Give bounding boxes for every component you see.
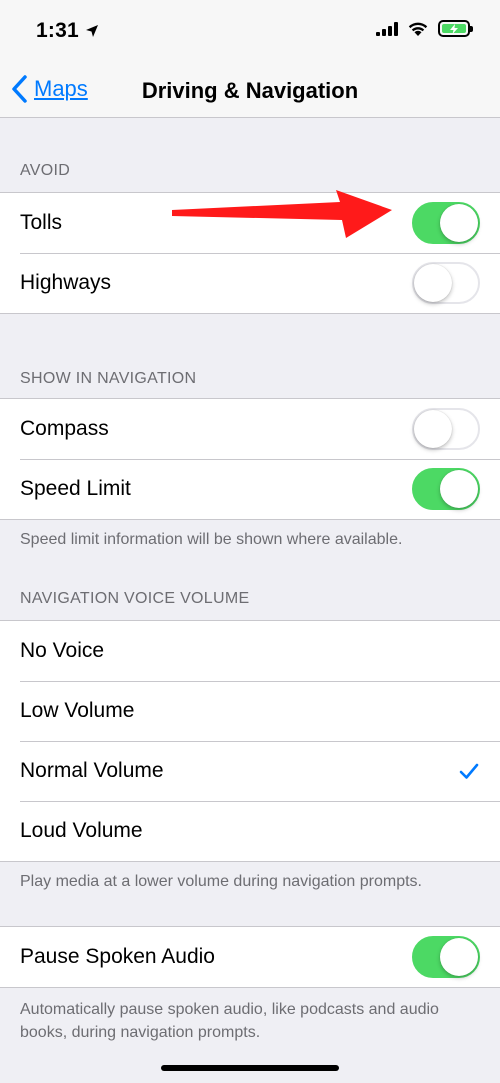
section-header-voice-volume: NAVIGATION VOICE VOLUME — [20, 590, 250, 607]
page-title: Driving & Navigation — [141, 78, 359, 103]
row-label: Speed Limit — [20, 477, 131, 500]
option-label: Low Volume — [20, 699, 135, 722]
toggle-knob — [414, 264, 452, 302]
toggle-knob — [414, 410, 452, 448]
pause-audio-footer: Automatically pause spoken audio, like p… — [20, 1001, 439, 1041]
row-compass: Compass — [0, 399, 500, 459]
row-pause-spoken-audio: Pause Spoken Audio — [0, 927, 500, 987]
option-label: Loud Volume — [20, 819, 143, 842]
status-bar: 1:31 — [0, 0, 500, 62]
toggle-knob — [440, 470, 478, 508]
bolt-icon — [450, 23, 458, 34]
wifi-icon — [408, 22, 428, 36]
option-low-volume[interactable]: Low Volume — [0, 681, 500, 741]
battery-fill — [442, 23, 466, 34]
option-no-voice[interactable]: No Voice — [0, 621, 500, 681]
home-indicator[interactable] — [161, 1065, 339, 1071]
tolls-toggle[interactable] — [412, 202, 480, 244]
status-time-group: 1:31 — [36, 19, 99, 43]
cellular-signal-icon — [376, 21, 398, 36]
status-indicators — [376, 20, 473, 37]
row-speed-limit: Speed Limit — [0, 459, 500, 519]
status-time: 1:31 — [36, 19, 79, 42]
option-label: No Voice — [20, 639, 105, 662]
location-arrow-icon — [85, 25, 98, 37]
annotation-arrow — [172, 190, 392, 238]
show-in-navigation-group: Compass Speed Limit — [0, 398, 500, 520]
section-header-avoid: AVOID — [20, 162, 71, 179]
row-label: Compass — [20, 417, 109, 440]
voice-volume-group: No Voice Low Volume Normal Volume Loud V… — [0, 620, 500, 862]
row-label: Highways — [20, 271, 112, 294]
toggle-knob — [440, 938, 478, 976]
navigation-bar: Maps Driving & Navigation — [0, 62, 500, 118]
speed-limit-footer: Speed limit information will be shown wh… — [20, 531, 403, 548]
option-normal-volume[interactable]: Normal Volume — [0, 741, 500, 801]
section-header-show-in-navigation: SHOW IN NAVIGATION — [20, 370, 197, 387]
option-loud-volume[interactable]: Loud Volume — [0, 801, 500, 861]
toggle-knob — [440, 204, 478, 242]
pause-spoken-audio-toggle[interactable] — [412, 936, 480, 978]
checkmark-icon — [459, 763, 479, 779]
row-label: Pause Spoken Audio — [20, 945, 215, 968]
speed-limit-toggle[interactable] — [412, 468, 480, 510]
row-highways: Highways — [0, 253, 500, 313]
row-label: Tolls — [20, 211, 63, 234]
compass-toggle[interactable] — [412, 408, 480, 450]
option-label: Normal Volume — [20, 759, 164, 782]
voice-volume-footer: Play media at a lower volume during navi… — [20, 873, 422, 890]
pause-audio-group: Pause Spoken Audio — [0, 926, 500, 988]
battery-charging-icon — [438, 20, 473, 37]
highways-toggle[interactable] — [412, 262, 480, 304]
